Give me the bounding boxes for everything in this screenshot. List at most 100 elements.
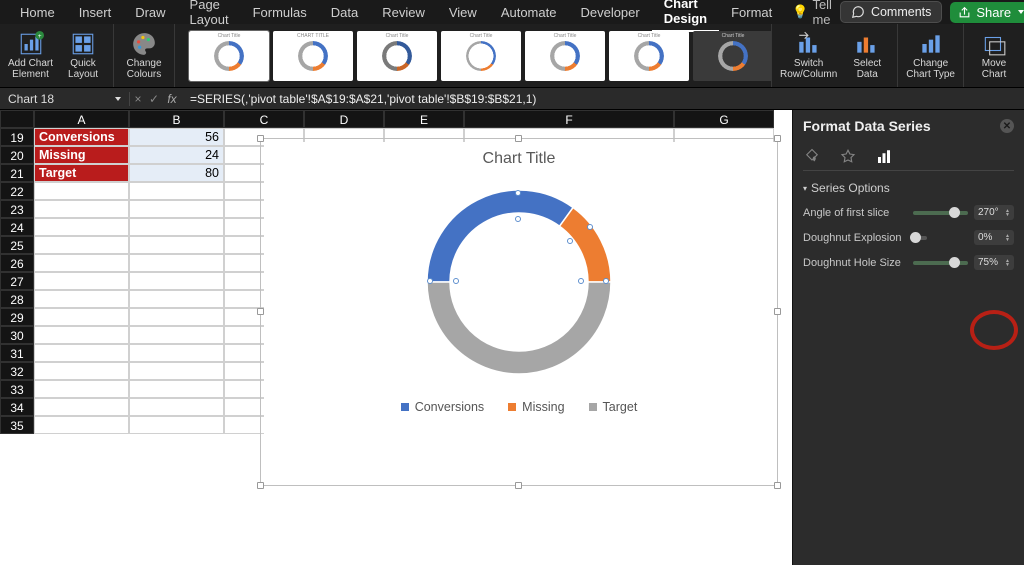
data-point-handle[interactable]: [567, 238, 573, 244]
change-chart-type-button[interactable]: Change Chart Type: [906, 31, 955, 80]
column-header[interactable]: A: [34, 110, 129, 128]
cell[interactable]: [34, 272, 129, 290]
column-header[interactable]: C: [224, 110, 304, 128]
stepper-icon[interactable]: ▲▼: [1005, 259, 1010, 267]
move-chart-button[interactable]: Move Chart: [972, 31, 1016, 80]
cell[interactable]: [34, 236, 129, 254]
tab-developer[interactable]: Developer: [568, 1, 651, 24]
data-point-handle[interactable]: [515, 190, 521, 196]
cell[interactable]: [34, 182, 129, 200]
accept-formula-icon[interactable]: ✓: [146, 92, 162, 106]
resize-handle[interactable]: [257, 482, 264, 489]
chart-style-6[interactable]: Chart Title: [609, 31, 689, 81]
cell[interactable]: [129, 290, 224, 308]
explosion-value-field[interactable]: 0% ▲▼: [974, 230, 1014, 245]
cell[interactable]: [34, 362, 129, 380]
chart-style-3[interactable]: Chart Title: [357, 31, 437, 81]
donut-plot[interactable]: [415, 178, 623, 386]
cell[interactable]: [129, 254, 224, 272]
row-header[interactable]: 19: [0, 128, 34, 146]
chart-style-5[interactable]: Chart Title: [525, 31, 605, 81]
column-header[interactable]: D: [304, 110, 384, 128]
cell[interactable]: 56: [129, 128, 224, 146]
tab-format[interactable]: Format: [719, 1, 784, 24]
resize-handle[interactable]: [515, 482, 522, 489]
series-options-section[interactable]: ▾ Series Options: [803, 181, 1014, 195]
row-header[interactable]: 29: [0, 308, 34, 326]
close-panel-button[interactable]: ✕: [1000, 119, 1014, 133]
select-data-button[interactable]: Select Data: [845, 31, 889, 80]
resize-handle[interactable]: [774, 308, 781, 315]
resize-handle[interactable]: [257, 308, 264, 315]
row-header[interactable]: 32: [0, 362, 34, 380]
chart-style-1[interactable]: Chart Title: [189, 31, 269, 81]
column-header[interactable]: E: [384, 110, 464, 128]
tab-home[interactable]: Home: [8, 1, 67, 24]
tab-data[interactable]: Data: [319, 1, 370, 24]
change-colours-button[interactable]: Change Colours: [122, 31, 166, 80]
effects-tab-icon[interactable]: [839, 148, 857, 166]
data-point-handle[interactable]: [453, 278, 459, 284]
cancel-formula-icon[interactable]: ×: [130, 92, 146, 106]
cell[interactable]: [129, 218, 224, 236]
cell[interactable]: 80: [129, 164, 224, 182]
chart-style-7[interactable]: Chart Title: [693, 31, 772, 81]
data-point-handle[interactable]: [587, 224, 593, 230]
row-header[interactable]: 20: [0, 146, 34, 164]
share-button[interactable]: Share: [950, 2, 1024, 23]
row-header[interactable]: 31: [0, 344, 34, 362]
cell[interactable]: 24: [129, 146, 224, 164]
angle-value-field[interactable]: 270° ▲▼: [974, 205, 1014, 220]
column-header[interactable]: G: [674, 110, 774, 128]
tell-me-search[interactable]: 💡 Tell me: [784, 0, 840, 27]
fill-tab-icon[interactable]: [803, 148, 821, 166]
cell[interactable]: [129, 182, 224, 200]
row-header[interactable]: 23: [0, 200, 34, 218]
cell[interactable]: [34, 326, 129, 344]
explosion-slider[interactable]: [913, 236, 927, 240]
cell[interactable]: [129, 398, 224, 416]
cell[interactable]: [129, 344, 224, 362]
row-header[interactable]: 24: [0, 218, 34, 236]
formula-input[interactable]: [182, 92, 1024, 106]
resize-handle[interactable]: [257, 135, 264, 142]
row-header[interactable]: 30: [0, 326, 34, 344]
column-header[interactable]: B: [129, 110, 224, 128]
quick-layout-button[interactable]: Quick Layout: [61, 31, 105, 80]
tab-formulas[interactable]: Formulas: [241, 1, 319, 24]
tab-review[interactable]: Review: [370, 1, 437, 24]
hole-size-slider[interactable]: [913, 261, 968, 265]
cell[interactable]: [34, 398, 129, 416]
cell[interactable]: [34, 200, 129, 218]
data-point-handle[interactable]: [578, 278, 584, 284]
cell[interactable]: [129, 272, 224, 290]
tab-insert[interactable]: Insert: [67, 1, 124, 24]
cell[interactable]: [34, 380, 129, 398]
select-all-corner[interactable]: [0, 110, 34, 128]
cell[interactable]: [34, 308, 129, 326]
switch-row-column-button[interactable]: Switch Row/Column: [780, 31, 837, 80]
cell[interactable]: [34, 254, 129, 272]
column-header[interactable]: F: [464, 110, 674, 128]
row-header[interactable]: 35: [0, 416, 34, 434]
row-header[interactable]: 27: [0, 272, 34, 290]
name-box[interactable]: Chart 18: [0, 92, 130, 106]
cell[interactable]: [129, 326, 224, 344]
donut-slice[interactable]: [427, 282, 611, 374]
data-point-handle[interactable]: [427, 278, 433, 284]
row-header[interactable]: 34: [0, 398, 34, 416]
stepper-icon[interactable]: ▲▼: [1005, 209, 1010, 217]
donut-slice[interactable]: [427, 190, 573, 282]
data-point-handle[interactable]: [515, 216, 521, 222]
row-header[interactable]: 26: [0, 254, 34, 272]
angle-slider[interactable]: [913, 211, 968, 215]
row-header[interactable]: 21: [0, 164, 34, 182]
cell[interactable]: [34, 290, 129, 308]
worksheet[interactable]: ABCDEFG19Conversions5620Missing2421Targe…: [0, 110, 792, 565]
tab-draw[interactable]: Draw: [123, 1, 177, 24]
series-options-tab-icon[interactable]: [875, 148, 893, 166]
cell[interactable]: [34, 416, 129, 434]
tab-automate[interactable]: Automate: [489, 1, 569, 24]
resize-handle[interactable]: [774, 482, 781, 489]
row-header[interactable]: 33: [0, 380, 34, 398]
